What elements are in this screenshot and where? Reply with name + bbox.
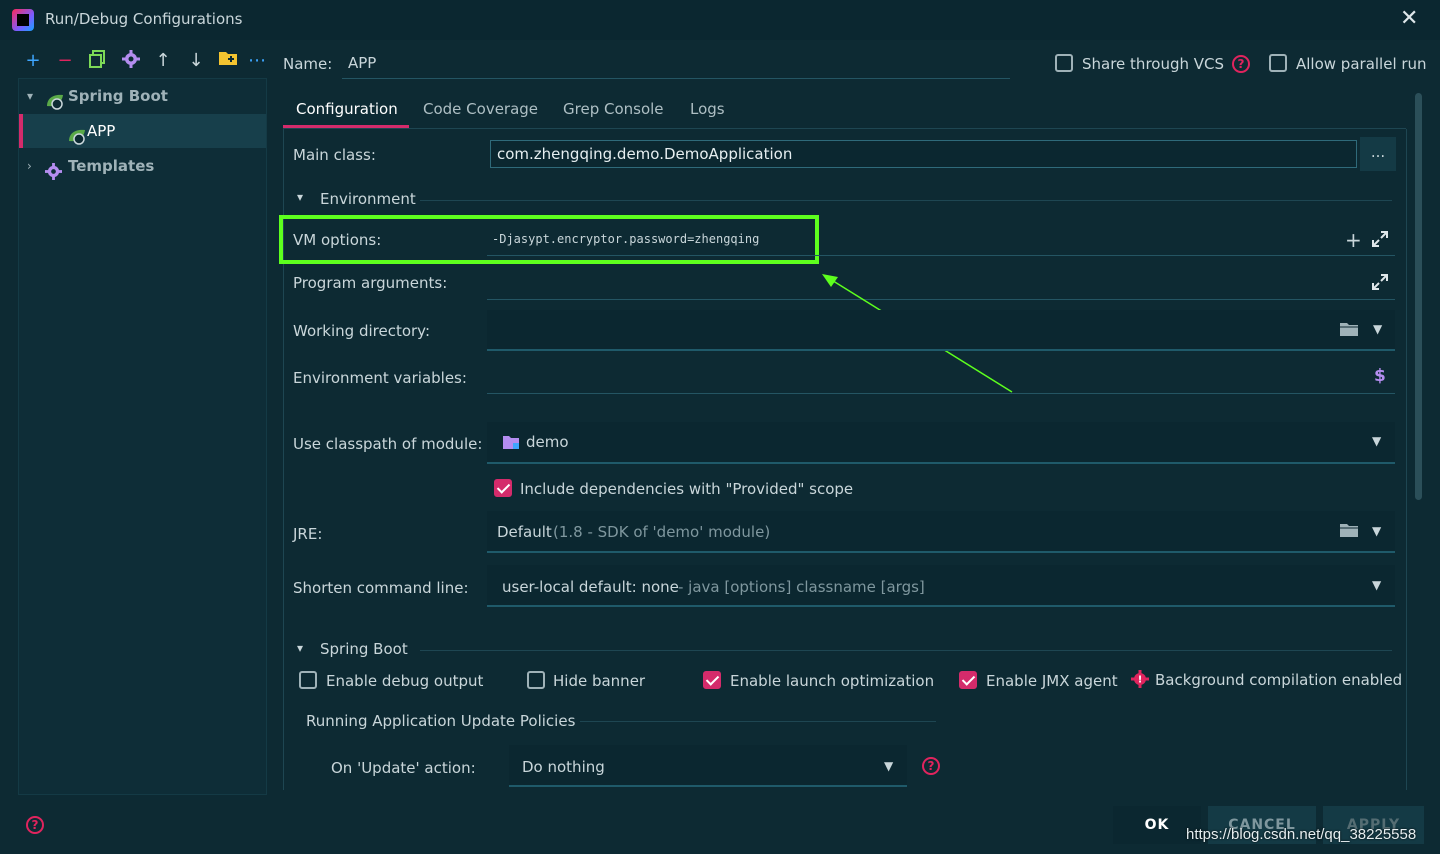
folder-icon[interactable] (1339, 321, 1359, 341)
tab-logs[interactable]: Logs (690, 98, 725, 128)
jre-detail: (1.8 - SDK of 'demo' module) (553, 523, 771, 541)
main-class-label: Main class: (293, 146, 376, 164)
browse-main-class-button[interactable]: ... (1360, 137, 1396, 171)
expand-icon[interactable] (1371, 230, 1389, 252)
gear-icon (45, 158, 62, 192)
dropdown-arrow-icon: ▼ (884, 759, 894, 773)
main-class-input[interactable]: com.zhengqing.demo.DemoApplication (490, 140, 1357, 168)
module-folder-icon (502, 435, 520, 454)
include-provided-label: Include dependencies with "Provided" sco… (520, 480, 854, 498)
shorten-detail: - java [options] classname [args] (678, 578, 925, 596)
tree-label-app: APP (87, 122, 116, 140)
tab-code-coverage[interactable]: Code Coverage (423, 98, 538, 128)
tab-configuration[interactable]: Configuration (283, 98, 409, 128)
environment-section-label: Environment (320, 190, 416, 208)
update-action-value: Do nothing (522, 758, 605, 776)
dropdown-arrow-icon[interactable]: ▼ (1373, 322, 1382, 336)
policies-divider (580, 721, 936, 722)
chevron-down-icon[interactable]: ▾ (297, 641, 303, 655)
jre-label: JRE: (293, 525, 323, 543)
env-vars-input[interactable] (487, 358, 1395, 394)
dropdown-arrow-icon: ▼ (1372, 434, 1382, 448)
help-icon[interactable]: ? (922, 757, 940, 775)
tree-item-spring-boot[interactable]: ▾ Spring Boot (19, 79, 266, 113)
jmx-label: Enable JMX agent (986, 672, 1118, 690)
shorten-label: Shorten command line: (293, 579, 469, 597)
name-value: APP (348, 54, 377, 72)
working-dir-input[interactable] (487, 310, 1395, 351)
new-folder-icon[interactable] (217, 50, 239, 72)
environment-divider (420, 200, 1392, 201)
enable-debug-label: Enable debug output (326, 672, 484, 690)
env-vars-label: Environment variables: (293, 369, 467, 387)
window-title: Run/Debug Configurations (45, 10, 243, 28)
dropdown-arrow-icon[interactable]: ▼ (1372, 524, 1381, 538)
name-input[interactable]: APP (342, 48, 1010, 79)
shorten-value: user-local default: none (502, 578, 679, 596)
warning-gear-icon: ! (1131, 670, 1149, 692)
classpath-value: demo (526, 433, 569, 451)
spring-boot-section-label: Spring Boot (320, 640, 408, 658)
include-provided-checkbox[interactable] (494, 479, 512, 497)
main-class-value: com.zhengqing.demo.DemoApplication (497, 145, 793, 163)
help-icon[interactable]: ? (26, 816, 44, 834)
dropdown-arrow-icon: ▼ (1372, 578, 1382, 592)
launch-opt-checkbox[interactable] (703, 671, 721, 689)
chevron-down-icon[interactable]: ▾ (297, 190, 303, 204)
vm-options-value: -Djasypt.encryptor.password=zhengqing (492, 232, 760, 246)
update-action-label: On 'Update' action: (331, 759, 476, 777)
chevron-down-icon: ▾ (27, 89, 34, 103)
spring-boot-divider (420, 650, 1392, 651)
tree-item-app[interactable]: APP (19, 114, 266, 148)
shorten-select[interactable]: user-local default: none - java [options… (487, 565, 1395, 607)
chevron-right-icon: › (27, 159, 32, 173)
more-icon[interactable]: ⋯ (246, 50, 268, 72)
expand-icon[interactable] (1371, 273, 1389, 295)
hide-banner-label: Hide banner (553, 672, 646, 690)
classpath-label: Use classpath of module: (293, 435, 483, 453)
copy-icon[interactable] (86, 50, 108, 72)
jre-value: Default (497, 523, 552, 541)
background-compilation-label: Background compilation enabled (1155, 671, 1403, 689)
intellij-logo-icon (12, 9, 34, 31)
vm-options-label: VM options: (293, 231, 382, 249)
jmx-checkbox[interactable] (959, 671, 977, 689)
plus-icon[interactable]: + (1345, 228, 1362, 252)
tree-item-templates[interactable]: › Templates (19, 149, 266, 183)
enable-debug-checkbox[interactable] (299, 671, 317, 689)
remove-icon[interactable]: − (54, 50, 76, 72)
update-action-select[interactable]: Do nothing ▼ (509, 745, 907, 787)
hide-banner-checkbox[interactable] (527, 671, 545, 689)
gear-icon[interactable] (120, 50, 142, 72)
program-args-label: Program arguments: (293, 274, 448, 292)
name-label: Name: (283, 55, 333, 73)
jre-select[interactable]: Default (1.8 - SDK of 'demo' module) ▼ (487, 511, 1395, 553)
working-dir-label: Working directory: (293, 322, 431, 340)
dollar-icon[interactable]: $ (1374, 366, 1386, 386)
launch-opt-label: Enable launch optimization (730, 672, 935, 690)
classpath-select[interactable]: demo ▼ (487, 422, 1395, 464)
arrow-down-icon[interactable]: ↓ (185, 50, 207, 72)
allow-parallel-checkbox[interactable] (1269, 54, 1287, 72)
close-icon[interactable]: ✕ (1400, 6, 1418, 31)
svg-text:!: ! (1138, 675, 1143, 686)
vm-options-input[interactable]: -Djasypt.encryptor.password=zhengqing (487, 222, 1395, 256)
watermark: https://blog.csdn.net/qq_38225558 (1186, 826, 1417, 843)
tree-label-spring-boot: Spring Boot (68, 87, 168, 105)
policies-label: Running Application Update Policies (306, 712, 576, 730)
allow-parallel-label: Allow parallel run (1296, 55, 1427, 73)
tab-grep-console[interactable]: Grep Console (563, 98, 664, 128)
help-icon[interactable]: ? (1232, 55, 1250, 73)
arrow-up-icon[interactable]: ↑ (152, 50, 174, 72)
vertical-scrollbar[interactable] (1415, 93, 1422, 500)
share-vcs-label: Share through VCS (1082, 55, 1225, 73)
share-vcs-checkbox[interactable] (1055, 54, 1073, 72)
add-icon[interactable]: + (22, 50, 44, 72)
config-tree: ▾ Spring Boot APP › Templates (18, 78, 267, 795)
folder-icon[interactable] (1339, 522, 1359, 542)
tree-label-templates: Templates (68, 157, 155, 175)
